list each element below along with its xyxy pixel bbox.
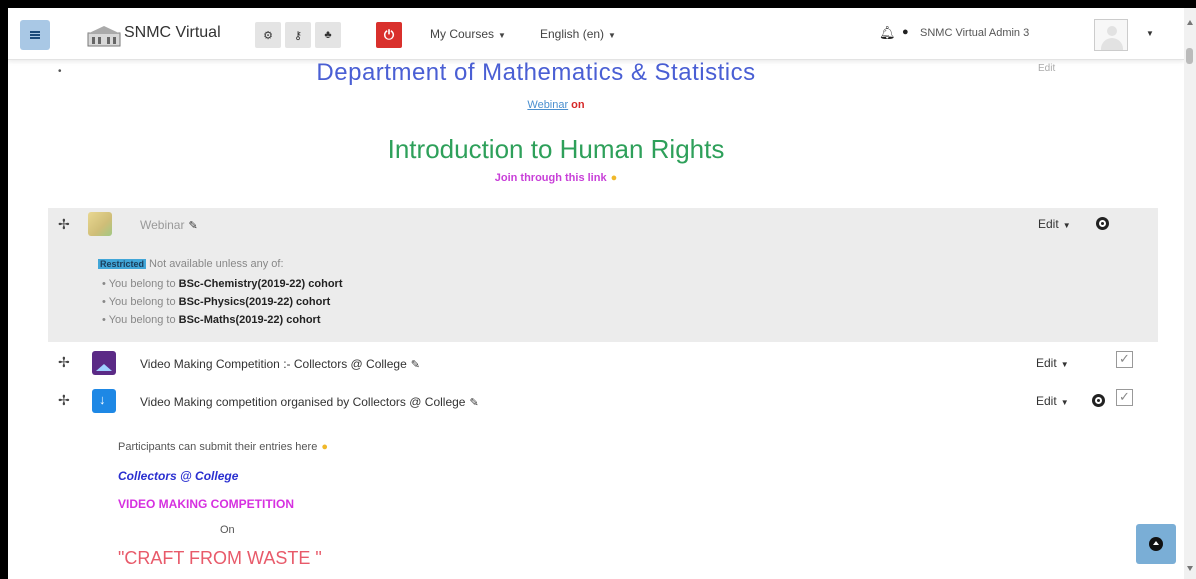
avatar-body (1101, 38, 1123, 50)
key-tool-button[interactable]: ⚷ (285, 22, 311, 48)
user-name[interactable]: SNMC Virtual Admin 3 (920, 27, 1029, 39)
webinar-activity-link[interactable]: Webinar ✎ (140, 218, 198, 232)
back-to-top-button[interactable] (1136, 524, 1176, 564)
visibility-eye-icon[interactable] (1096, 217, 1109, 230)
navbar: SNMC Virtual ⚙ ⚷ ♣ ⏻ My Courses ▼ English… (8, 8, 1184, 60)
avatar-head (1107, 26, 1117, 36)
description-event: VIDEO MAKING COMPETITION (118, 497, 295, 511)
webinar-link[interactable]: Webinar (527, 99, 568, 111)
image-icon (92, 351, 116, 375)
restriction-item: • You belong to BSc-Maths(2019-22) cohor… (102, 314, 321, 326)
page-frame: SNMC Virtual ⚙ ⚷ ♣ ⏻ My Courses ▼ English… (8, 8, 1184, 579)
join-text: Join through this link ● (26, 172, 1086, 184)
caret-down-icon: ▼ (608, 31, 616, 40)
restriction-heading: Restricted Not available unless any of: (98, 258, 284, 270)
join-label: Join through this link (494, 172, 607, 184)
cohort-suffix: cohort (283, 314, 321, 326)
user-menu-caret-icon[interactable]: ▼ (1146, 29, 1154, 38)
hamburger-menu-button[interactable] (20, 20, 50, 50)
section-edit-menu[interactable]: Edit (1038, 63, 1055, 74)
bell-icon[interactable]: 🔔︎ (879, 25, 896, 41)
description-on: On (220, 524, 235, 536)
webinar-line: Webinar on (26, 99, 1086, 111)
site-logo[interactable] (86, 24, 122, 48)
my-courses-label: My Courses (430, 27, 495, 41)
video-competition-activity-link[interactable]: Video Making Competition :- Collectors @… (140, 357, 420, 371)
scroll-down-icon[interactable] (1187, 566, 1193, 571)
sitemap-tool-button[interactable]: ♣ (315, 22, 341, 48)
cohort-name: BSc-Maths(2019-22) (178, 314, 284, 326)
caret-down-icon: ▼ (498, 31, 506, 40)
hamburger-icon (30, 31, 40, 39)
cohort-name: BSc-Physics(2019-22) (178, 296, 293, 308)
restriction-prefix: You belong to (108, 278, 179, 290)
edit-label: Edit (1038, 217, 1059, 231)
visibility-eye-icon[interactable] (1092, 394, 1105, 407)
assignment-edit-menu[interactable]: Edit ▼ (1036, 394, 1069, 408)
edit-label: Edit (1036, 356, 1057, 370)
pencil-icon[interactable]: ✎ (188, 220, 197, 232)
cohort-suffix: cohort (293, 296, 331, 308)
activity-name: Video Making Competition :- Collectors @… (140, 357, 407, 371)
description-org: Collectors @ College (118, 469, 239, 483)
arrow-up-icon (1149, 537, 1163, 551)
description-text: Participants can submit their entries he… (118, 441, 318, 453)
intro-title: Introduction to Human Rights (387, 134, 725, 164)
description-line: Participants can submit their entries he… (118, 441, 328, 453)
chat-icon[interactable]: ● (902, 26, 909, 38)
restriction-item: • You belong to BSc-Physics(2019-22) coh… (102, 296, 331, 308)
restriction-item: • You belong to BSc-Chemistry(2019-22) c… (102, 278, 343, 290)
cogs-icon: ⚙ (263, 29, 273, 42)
activity-name: Video Making competition organised by Co… (140, 395, 466, 409)
logout-button[interactable]: ⏻ (376, 22, 402, 48)
pointing-hand-icon: ● (610, 172, 618, 184)
restriction-prefix: You belong to (108, 296, 179, 308)
caret-down-icon: ▼ (1060, 398, 1069, 407)
language-label: English (en) (540, 27, 605, 41)
scroll-thumb[interactable] (1186, 48, 1193, 64)
restriction-prefix: You belong to (108, 314, 179, 326)
activity-edit-menu[interactable]: Edit ▼ (1036, 356, 1069, 370)
assignment-icon (92, 389, 116, 413)
webinar-on-text: on (571, 99, 585, 111)
webinar-edit-menu[interactable]: Edit ▼ (1038, 217, 1071, 231)
cohort-suffix: cohort (305, 278, 343, 290)
restricted-badge: Restricted (98, 259, 147, 269)
webinar-activity-name: Webinar (140, 218, 185, 232)
assignment-activity-link[interactable]: Video Making competition organised by Co… (140, 395, 479, 409)
edit-label: Edit (1036, 394, 1057, 408)
restriction-text: Not available unless any of: (149, 258, 284, 270)
pencil-icon[interactable]: ✎ (411, 359, 420, 371)
move-icon[interactable]: ✢ (58, 354, 70, 371)
completion-checkbox[interactable] (1116, 389, 1133, 406)
cohort-name: BSc-Chemistry(2019-22) (178, 278, 306, 290)
course-content: • Department of Mathematics & Statistics… (26, 59, 1176, 579)
site-name[interactable]: SNMC Virtual (124, 24, 221, 42)
restriction-list: • You belong to BSc-Chemistry(2019-22) c… (102, 278, 343, 332)
sitemap-icon: ♣ (324, 29, 332, 41)
pointing-hand-icon: ● (321, 441, 328, 453)
description-theme: "CRAFT FROM WASTE " (118, 548, 322, 568)
pencil-icon[interactable]: ✎ (469, 397, 478, 409)
department-heading: Department of Mathematics & Statistics (316, 59, 756, 86)
completion-checkbox[interactable] (1116, 351, 1133, 368)
key-icon: ⚷ (293, 29, 303, 42)
language-menu[interactable]: English (en) ▼ (540, 27, 616, 41)
move-icon[interactable]: ✢ (58, 216, 70, 233)
my-courses-menu[interactable]: My Courses ▼ (430, 27, 506, 41)
avatar[interactable] (1094, 19, 1128, 51)
caret-down-icon: ▼ (1060, 360, 1069, 369)
scroll-up-icon[interactable] (1187, 20, 1193, 25)
caret-down-icon: ▼ (1062, 221, 1071, 230)
move-icon[interactable]: ✢ (58, 392, 70, 409)
page-scrollbar[interactable] (1184, 8, 1196, 579)
webinar-icon (88, 212, 112, 236)
settings-tool-button[interactable]: ⚙ (255, 22, 281, 48)
power-icon: ⏻ (383, 27, 395, 42)
